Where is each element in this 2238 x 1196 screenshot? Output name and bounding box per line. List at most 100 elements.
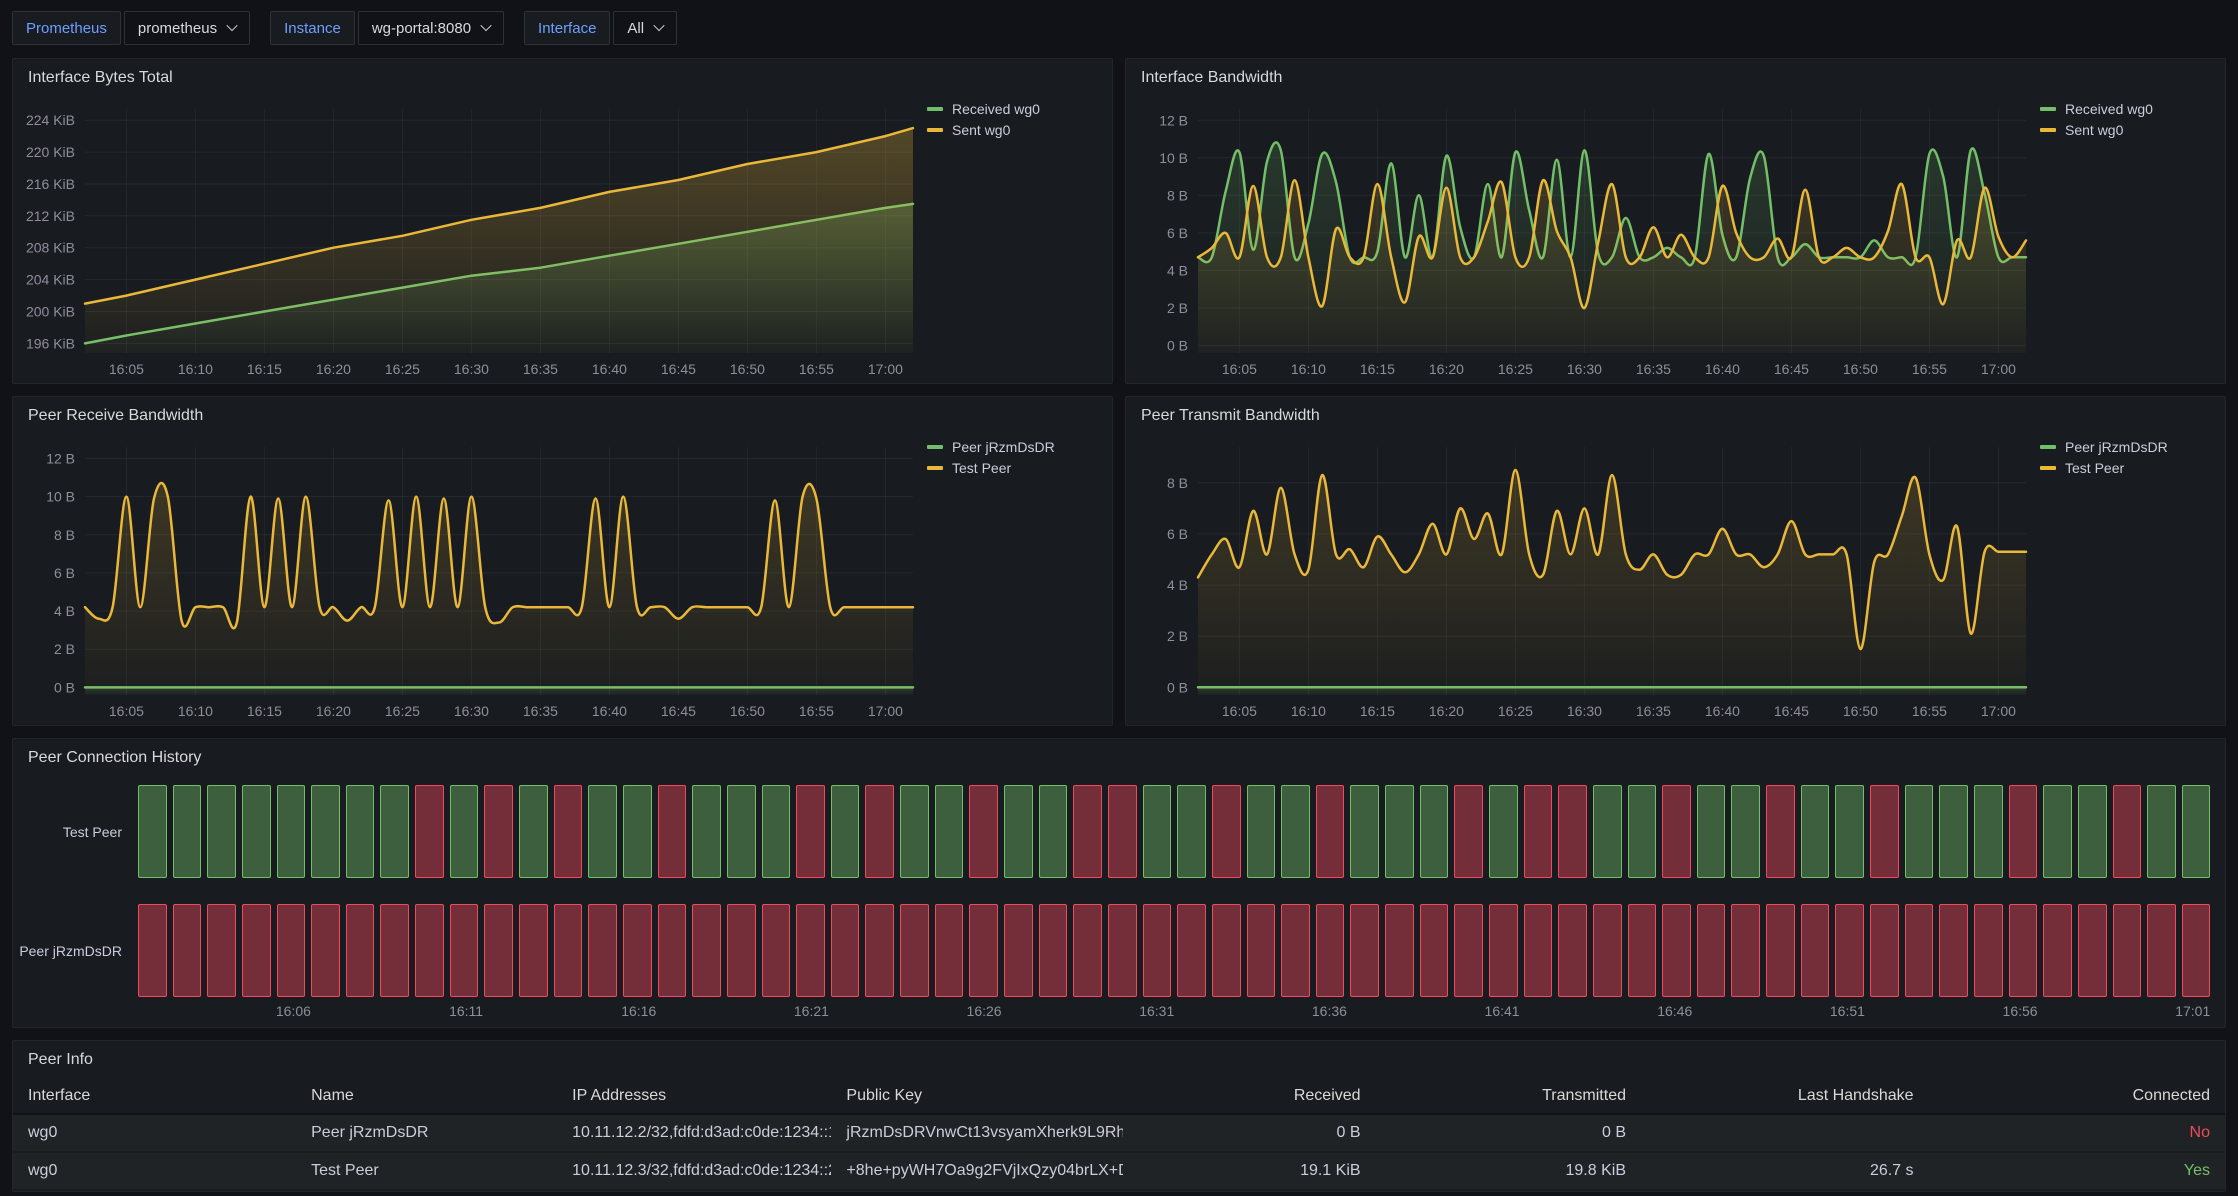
legend-item[interactable]: Peer jRzmDsDR (2040, 439, 2213, 455)
state-bar[interactable] (935, 785, 964, 878)
state-bar[interactable] (623, 904, 652, 997)
state-bar[interactable] (865, 904, 894, 997)
state-bar[interactable] (1524, 785, 1553, 878)
state-bar[interactable] (450, 904, 479, 997)
state-bar[interactable] (1350, 785, 1379, 878)
state-bar[interactable] (831, 904, 860, 997)
state-bar[interactable] (762, 904, 791, 997)
state-bar[interactable] (346, 785, 375, 878)
state-bar[interactable] (2078, 785, 2107, 878)
state-bar[interactable] (727, 904, 756, 997)
state-bar[interactable] (969, 785, 998, 878)
state-bar[interactable] (277, 785, 306, 878)
state-bar[interactable] (1939, 785, 1968, 878)
column-header[interactable]: Transmitted (1376, 1079, 1641, 1114)
chart-canvas[interactable]: 196 KiB200 KiB204 KiB208 KiB212 KiB216 K… (13, 97, 927, 383)
state-bar[interactable] (588, 904, 617, 997)
state-bar[interactable] (2182, 904, 2211, 997)
state-bar[interactable] (2043, 904, 2072, 997)
chart-canvas[interactable]: 0 B2 B4 B6 B8 B16:0516:1016:1516:2016:25… (1126, 435, 2040, 725)
state-bar[interactable] (138, 785, 167, 878)
state-bar[interactable] (519, 785, 548, 878)
variable-value-dropdown[interactable]: All (613, 11, 677, 45)
panel-title[interactable]: Interface Bandwidth (1141, 69, 1282, 87)
state-bar[interactable] (311, 904, 340, 997)
state-bar[interactable] (1766, 785, 1795, 878)
state-bar[interactable] (450, 785, 479, 878)
state-bar[interactable] (484, 785, 513, 878)
state-bar[interactable] (346, 904, 375, 997)
state-bar[interactable] (1420, 904, 1449, 997)
state-bar[interactable] (831, 785, 860, 878)
state-bar[interactable] (2182, 785, 2211, 878)
state-bar[interactable] (1766, 904, 1795, 997)
state-bar[interactable] (1108, 785, 1137, 878)
state-bar[interactable] (484, 904, 513, 997)
state-bar[interactable] (796, 785, 825, 878)
state-bar[interactable] (623, 785, 652, 878)
time-series-chart[interactable]: 0 B2 B4 B6 B8 B10 B12 B16:0516:1016:1516… (13, 435, 927, 725)
state-bar[interactable] (727, 785, 756, 878)
state-bar[interactable] (1316, 785, 1345, 878)
variable-value-dropdown[interactable]: prometheus (124, 11, 250, 45)
chart-canvas[interactable]: 0 B2 B4 B6 B8 B10 B12 B16:0516:1016:1516… (1126, 97, 2040, 383)
state-bar[interactable] (554, 785, 583, 878)
state-bar[interactable] (1731, 904, 1760, 997)
panel-title[interactable]: Peer Info (28, 1051, 93, 1069)
state-bar[interactable] (1281, 904, 1310, 997)
state-bar[interactable] (1281, 785, 1310, 878)
state-bar[interactable] (1385, 904, 1414, 997)
column-header[interactable]: Interface (13, 1079, 296, 1114)
state-bar[interactable] (762, 785, 791, 878)
state-bar[interactable] (519, 904, 548, 997)
column-header[interactable]: Last Handshake (1641, 1079, 1929, 1114)
state-bar[interactable] (415, 904, 444, 997)
state-bar[interactable] (865, 785, 894, 878)
state-bar[interactable] (2147, 904, 2176, 997)
column-header[interactable]: IP Addresses (557, 1079, 831, 1114)
state-bar[interactable] (1073, 904, 1102, 997)
state-bar[interactable] (2113, 904, 2142, 997)
state-bar[interactable] (1350, 904, 1379, 997)
column-header[interactable]: Public Key (831, 1079, 1123, 1114)
column-header[interactable]: Received (1123, 1079, 1375, 1114)
state-bar[interactable] (1593, 904, 1622, 997)
state-bar[interactable] (1454, 904, 1483, 997)
state-bar[interactable] (1247, 904, 1276, 997)
state-bar[interactable] (796, 904, 825, 997)
state-bar[interactable] (242, 904, 271, 997)
state-bar[interactable] (415, 785, 444, 878)
state-bar[interactable] (935, 904, 964, 997)
time-series-chart[interactable]: 196 KiB200 KiB204 KiB208 KiB212 KiB216 K… (13, 97, 927, 383)
state-bar[interactable] (1212, 785, 1241, 878)
state-bar[interactable] (1177, 785, 1206, 878)
state-bar[interactable] (1731, 785, 1760, 878)
state-bar[interactable] (658, 785, 687, 878)
state-bar[interactable] (2147, 785, 2176, 878)
state-bar[interactable] (1662, 785, 1691, 878)
state-bar[interactable] (2043, 785, 2072, 878)
legend-item[interactable]: Received wg0 (2040, 101, 2213, 117)
state-bar[interactable] (173, 904, 202, 997)
state-bar[interactable] (1004, 904, 1033, 997)
state-bar[interactable] (380, 904, 409, 997)
state-bar[interactable] (1974, 785, 2003, 878)
time-series-chart[interactable]: 0 B2 B4 B6 B8 B16:0516:1016:1516:2016:25… (1126, 435, 2040, 725)
state-bar[interactable] (2078, 904, 2107, 997)
state-timeline[interactable]: Test PeerPeer jRzmDsDR16:0616:1116:1616:… (13, 777, 2225, 1027)
state-bar[interactable] (1073, 785, 1102, 878)
chart-canvas[interactable]: 0 B2 B4 B6 B8 B10 B12 B16:0516:1016:1516… (13, 435, 927, 725)
state-bar[interactable] (138, 904, 167, 997)
state-bar[interactable] (1316, 904, 1345, 997)
state-bar[interactable] (692, 785, 721, 878)
column-header[interactable]: Connected (1929, 1079, 2225, 1114)
state-bar[interactable] (1420, 785, 1449, 878)
panel-title[interactable]: Peer Receive Bandwidth (28, 407, 203, 425)
state-bar[interactable] (1524, 904, 1553, 997)
state-bar[interactable] (380, 785, 409, 878)
state-bar[interactable] (1212, 904, 1241, 997)
state-bar[interactable] (1558, 904, 1587, 997)
column-header[interactable]: Name (296, 1079, 557, 1114)
state-bar[interactable] (207, 904, 236, 997)
state-bar[interactable] (1039, 904, 1068, 997)
